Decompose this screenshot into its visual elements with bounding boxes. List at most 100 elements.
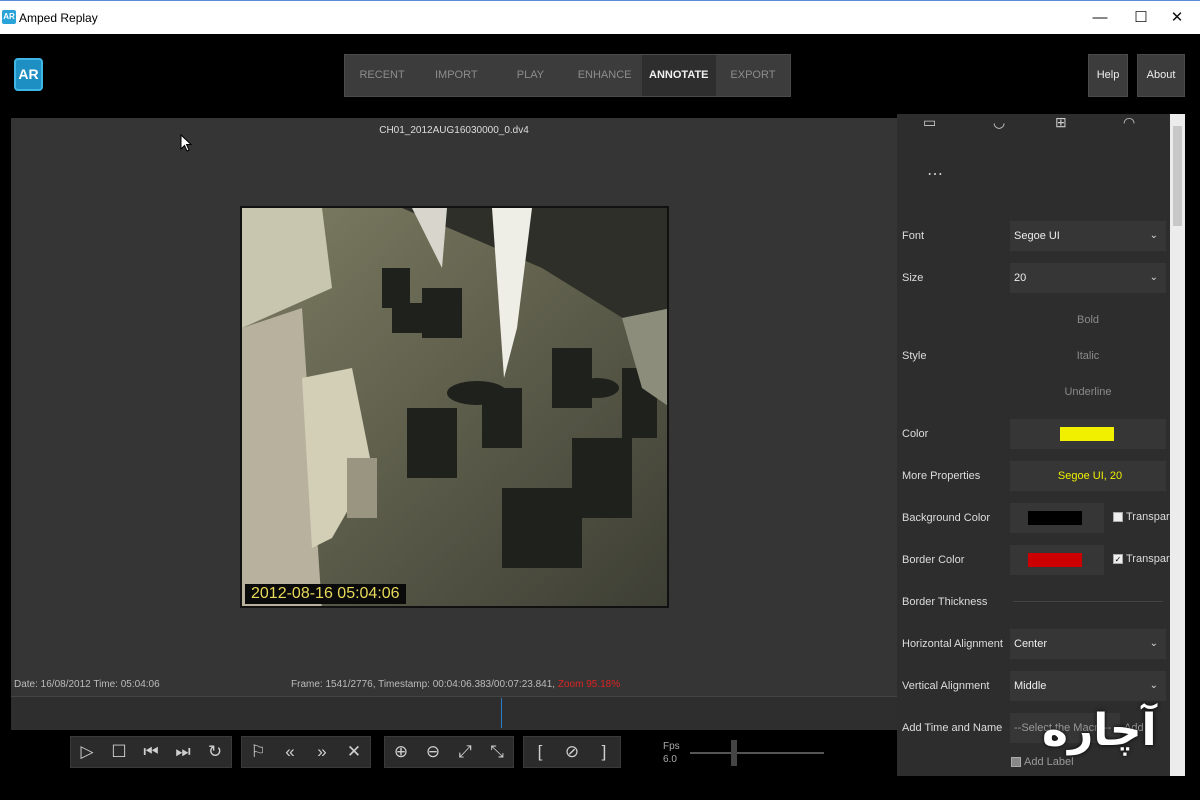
tab-recent[interactable]: RECENT — [345, 55, 419, 96]
previous-frame-icon[interactable]: ⏮ — [135, 737, 167, 767]
font-select[interactable]: Segoe UI ⌄ — [1010, 221, 1166, 251]
horizontal-alignment-label: Horizontal Alignment — [902, 638, 1003, 650]
vertical-alignment-select[interactable]: Middle ⌄ — [1010, 671, 1166, 701]
border-color-picker[interactable] — [1010, 545, 1104, 575]
annotation-properties-panel: ▭ ◡ ⊞ ◠ ⋯ Font Segoe UI ⌄ Size 20 ⌄ Bold… — [897, 114, 1185, 776]
scrollbar-thumb[interactable] — [1173, 126, 1182, 226]
zoom-in-icon[interactable]: ⊕ — [385, 737, 417, 767]
color-label: Color — [902, 428, 929, 440]
stop-icon[interactable]: ☐ — [103, 737, 135, 767]
bookmark-icon[interactable]: ⚐ — [242, 737, 274, 767]
horizontal-alignment-value: Center — [1014, 638, 1048, 650]
image-tool-icon[interactable]: ▭ — [923, 114, 936, 131]
more-tools-icon[interactable]: ⋯ — [927, 164, 943, 184]
video-frame[interactable]: 2012-08-16 05:04:06 — [240, 206, 669, 608]
mouse-cursor-icon — [180, 134, 192, 152]
tab-import[interactable]: IMPORT — [419, 55, 493, 96]
style-label: Style — [902, 350, 927, 362]
close-button[interactable]: ✕ — [1154, 1, 1200, 35]
zoom-level: Zoom 95.18% — [557, 679, 621, 690]
play-icon[interactable]: ▷ — [71, 737, 103, 767]
fps-slider-thumb[interactable] — [731, 740, 737, 766]
fit-icon[interactable]: ⤢ — [449, 737, 481, 767]
mark-out-icon[interactable]: ] — [588, 737, 620, 767]
window-titlebar: AR Amped Replay — ☐ ✕ — [0, 0, 1200, 34]
mark-in-icon[interactable]: [ — [524, 737, 556, 767]
window-title: Amped Replay — [19, 11, 98, 25]
transport-group: ▷ ☐ ⏮ ⏭ ↻ — [70, 736, 232, 768]
border-thickness-label: Border Thickness — [902, 596, 988, 608]
vertical-alignment-value: Middle — [1014, 680, 1047, 692]
shape-tool-icon[interactable]: ◠ — [1123, 114, 1135, 131]
text-tool-icon[interactable]: ⊞ — [1055, 114, 1067, 131]
actual-size-icon[interactable]: ⤡ — [481, 737, 513, 767]
color-swatch — [1060, 427, 1114, 441]
main-nav: RECENT IMPORT PLAY ENHANCE ANNOTATE EXPO… — [344, 54, 791, 97]
border-transparent-checkbox[interactable]: ✓ — [1113, 554, 1123, 564]
tab-annotate[interactable]: ANNOTATE — [641, 55, 716, 96]
app-header: AR RECENT IMPORT PLAY ENHANCE ANNOTATE E… — [0, 34, 1200, 114]
next-frame-icon[interactable]: ⏭ — [167, 737, 199, 767]
size-value: 20 — [1014, 272, 1027, 284]
background-transparent-checkbox[interactable] — [1113, 512, 1123, 522]
border-thickness-slider[interactable] — [1013, 601, 1163, 602]
border-color-swatch — [1028, 553, 1082, 567]
zoom-out-icon[interactable]: ⊖ — [417, 737, 449, 767]
chevron-down-icon: ⌄ — [1149, 680, 1158, 691]
video-viewer[interactable]: CH01_2012AUG16030000_0.dv4 2012-08-16 05… — [11, 118, 897, 730]
circle-tool-icon[interactable]: ◡ — [993, 114, 1005, 131]
background-color-picker[interactable] — [1010, 503, 1104, 533]
app-logo: AR — [14, 58, 43, 91]
cctv-frame-image — [242, 208, 667, 606]
frame-status: Frame: 1541/2776, Timestamp: 00:04:06.38… — [291, 679, 620, 690]
add-label-checkbox[interactable] — [1011, 757, 1021, 767]
minimize-button[interactable]: — — [1077, 1, 1123, 35]
background-color-label: Background Color — [902, 512, 991, 524]
playback-controls: ▷ ☐ ⏮ ⏭ ↻ ⚐ « » ✕ ⊕ ⊖ ⤢ ⤡ [ ⊘ ] Fps 6.0 — [11, 730, 897, 776]
watermark-logo: آچاره — [1042, 705, 1157, 756]
app-icon: AR — [2, 10, 16, 24]
tab-export[interactable]: EXPORT — [716, 55, 790, 96]
bold-toggle[interactable]: Bold — [1010, 314, 1166, 326]
file-name: CH01_2012AUG16030000_0.dv4 — [379, 125, 529, 136]
panel-scrollbar[interactable] — [1170, 114, 1185, 776]
size-select[interactable]: 20 ⌄ — [1010, 263, 1166, 293]
help-button[interactable]: Help — [1088, 54, 1128, 97]
clear-marks-icon[interactable]: ⊘ — [556, 737, 588, 767]
more-properties-label: More Properties — [902, 470, 981, 482]
date-time-status: Date: 16/08/2012 Time: 05:04:06 — [14, 679, 160, 690]
fps-readout: Fps 6.0 — [663, 740, 680, 766]
fast-forward-icon[interactable]: » — [306, 737, 338, 767]
timeline[interactable] — [11, 696, 897, 730]
navigation-group: ⚐ « » ✕ — [241, 736, 371, 768]
clear-icon[interactable]: ✕ — [338, 737, 370, 767]
background-color-swatch — [1028, 511, 1082, 525]
frame-info: Frame: 1541/2776, Timestamp: 00:04:06.38… — [291, 679, 556, 690]
video-timestamp: 2012-08-16 05:04:06 — [245, 584, 406, 604]
rewind-icon[interactable]: « — [274, 737, 306, 767]
font-label: Font — [902, 230, 925, 242]
add-label-text: Add Label — [1024, 756, 1074, 768]
zoom-group: ⊕ ⊖ ⤢ ⤡ — [384, 736, 514, 768]
horizontal-alignment-select[interactable]: Center ⌄ — [1010, 629, 1166, 659]
italic-toggle[interactable]: Italic — [1010, 350, 1166, 362]
chevron-down-icon: ⌄ — [1149, 272, 1158, 283]
size-label: Size — [902, 272, 924, 284]
fps-value: 6.0 — [663, 754, 677, 765]
add-time-label: Add Time and Name — [902, 722, 1003, 734]
vertical-alignment-label: Vertical Alignment — [902, 680, 990, 692]
marks-group: [ ⊘ ] — [523, 736, 621, 768]
timeline-playhead[interactable] — [501, 698, 502, 728]
tab-play[interactable]: PLAY — [493, 55, 567, 96]
border-transparent-label: Transpar — [1126, 553, 1170, 565]
font-value: Segoe UI — [1014, 230, 1060, 242]
tab-enhance[interactable]: ENHANCE — [568, 55, 642, 96]
loop-icon[interactable]: ↻ — [199, 737, 231, 767]
color-picker[interactable] — [1010, 419, 1166, 449]
background-transparent-label: Transpar — [1126, 511, 1170, 523]
about-button[interactable]: About — [1137, 54, 1185, 97]
chevron-down-icon: ⌄ — [1149, 638, 1158, 649]
more-properties-button[interactable]: Segoe UI, 20 — [1010, 461, 1166, 491]
fps-slider[interactable] — [690, 752, 824, 754]
underline-toggle[interactable]: Underline — [1010, 386, 1166, 398]
